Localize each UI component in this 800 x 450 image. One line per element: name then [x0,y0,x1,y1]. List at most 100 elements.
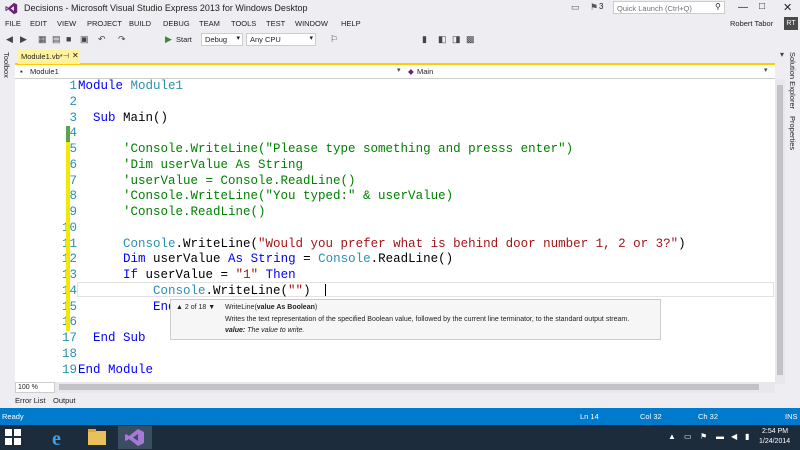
back-icon[interactable]: ◀ [6,34,13,45]
solution-explorer-tab[interactable]: Solution Explorer [788,52,797,109]
internet-explorer-icon: e [52,428,61,450]
network-icon[interactable]: ▮ [745,432,749,441]
menu-tools[interactable]: TOOLS [231,19,256,28]
quick-launch-input[interactable]: Quick Launch (Ctrl+Q) [613,1,725,14]
chevron-down-icon[interactable]: ▾ [764,66,768,74]
file-explorer-taskbar-button[interactable] [80,426,114,449]
menu-help[interactable]: HELP [341,19,361,28]
open-file-icon[interactable]: ▤ [52,34,61,45]
parameter-description: value: The value to write. [225,327,304,334]
signature-close: ) [314,304,318,311]
string-literal: "" [288,284,304,298]
notifications-icon[interactable]: ▭ [571,2,581,12]
clear-bookmarks-icon[interactable]: ▩ [466,34,475,45]
internet-explorer-taskbar-button[interactable]: e [42,426,76,450]
code-line-6: 'Dim userValue As String [78,158,303,172]
menu-view[interactable]: VIEW [57,19,76,28]
close-button[interactable]: ✕ [783,1,792,14]
new-project-icon[interactable]: ▦ [38,34,47,45]
menu-window[interactable]: WINDOW [295,19,328,28]
keyboard-icon[interactable]: ▭ [684,432,692,441]
char-indicator: Ch 32 [698,412,719,421]
keyword: Module [78,79,124,93]
parameter-info-tooltip: ▲ 2 of 18 ▼ WriteLine(value As Boolean) … [170,299,661,340]
user-name[interactable]: Robert Tabor [730,19,773,28]
clock-date[interactable]: 1/24/2014 [759,438,790,445]
windows-start-icon[interactable] [5,429,21,445]
method-name: WriteLine( [225,304,257,311]
find-icon[interactable]: ⚐ [330,34,338,45]
tab-module1[interactable]: Module1.vb* ⊣ ✕ [18,50,80,64]
menu-edit[interactable]: EDIT [30,19,47,28]
configuration-select[interactable]: Debug ▾ [201,33,243,46]
prev-bookmark-icon[interactable]: ◧ [438,34,447,45]
pin-icon[interactable]: ⊣ [63,52,69,60]
parameter-text: The value to write. [245,327,305,334]
comment: 'Console.ReadLine() [123,205,266,219]
code-line-13: If userValue = "1" Then [78,268,296,282]
forward-icon[interactable]: ▶ [20,34,27,45]
user-avatar[interactable]: RT [784,17,798,30]
properties-tab[interactable]: Properties [788,116,797,150]
keyword: Dim [123,252,146,266]
start-icon[interactable]: ▶ [165,34,172,45]
module-name: Module1 [123,79,184,93]
type-name: Console [123,237,176,251]
next-bookmark-icon[interactable]: ◨ [452,34,461,45]
overload-selector[interactable]: ▲ 2 of 18 ▼ [176,304,215,311]
menu-test[interactable]: TEST [266,19,285,28]
clock-time[interactable]: 2:54 PM [762,428,788,435]
zoom-select[interactable]: 100 % [15,382,55,393]
minimize-button[interactable]: — [738,2,748,13]
tab-output[interactable]: Output [53,396,76,405]
code-text: .WriteLine( [175,237,259,251]
close-icon[interactable]: ✕ [72,51,79,60]
maximize-button[interactable]: □ [759,1,765,12]
show-hidden-icons-icon[interactable]: ▲ [668,432,676,441]
menu-team[interactable]: TEAM [199,19,220,28]
code-text: .WriteLine( [205,284,289,298]
vertical-scroll-thumb[interactable] [777,85,783,375]
method-dropdown[interactable]: Main [414,66,436,78]
toolbox-strip: Toolbox [0,48,15,384]
menu-project[interactable]: PROJECT [87,19,122,28]
volume-icon[interactable]: ◀ [731,432,737,441]
save-all-icon[interactable]: ▣ [80,34,89,45]
comment: 'Console.WriteLine("You typed:" & userVa… [123,189,454,203]
tab-error-list[interactable]: Error List [15,396,45,405]
start-button[interactable]: Start [176,35,192,44]
vertical-scrollbar[interactable] [775,79,785,384]
toolbox-tab[interactable]: Toolbox [2,52,11,78]
comment: 'Dim userValue As String [123,158,304,172]
horizontal-scrollbar[interactable] [55,382,775,393]
redo-icon[interactable]: ↷ [118,34,126,45]
code-line-17: End Sub [78,331,146,345]
bookmark-icon[interactable]: ▮ [422,34,427,45]
undo-icon[interactable]: ↶ [98,34,106,45]
save-icon[interactable]: ■ [66,34,71,44]
notification-count: 3 [599,2,604,11]
menu-build[interactable]: BUILD [129,19,151,28]
flag-icon[interactable]: ⚑ [590,2,598,13]
code-text: = [295,252,319,266]
menu-debug[interactable]: DEBUG [163,19,190,28]
chevron-down-icon[interactable]: ▾ [397,66,401,74]
menu-file[interactable]: FILE [5,19,21,28]
action-center-flag-icon[interactable]: ⚑ [700,432,707,441]
search-icon[interactable]: ⚲ [715,2,721,11]
comment: 'Console.WriteLine("Please type somethin… [123,142,574,156]
display-icon[interactable]: ▬ [716,432,724,441]
visual-studio-taskbar-button[interactable] [118,426,152,449]
platform-select[interactable]: Any CPU ▾ [246,33,316,46]
tab-list-dropdown-icon[interactable]: ▾ [780,50,784,59]
horizontal-scroll-thumb[interactable] [59,384,759,390]
class-dropdown[interactable]: Module1 [27,66,62,78]
code-text: userValue [145,252,229,266]
text-caret [325,284,326,296]
visual-studio-logo-icon [5,2,18,15]
code-line-15: End [78,300,176,314]
unsaved-change-marker [66,142,70,331]
type-name: Console [318,252,371,266]
keyword: If [123,268,139,282]
